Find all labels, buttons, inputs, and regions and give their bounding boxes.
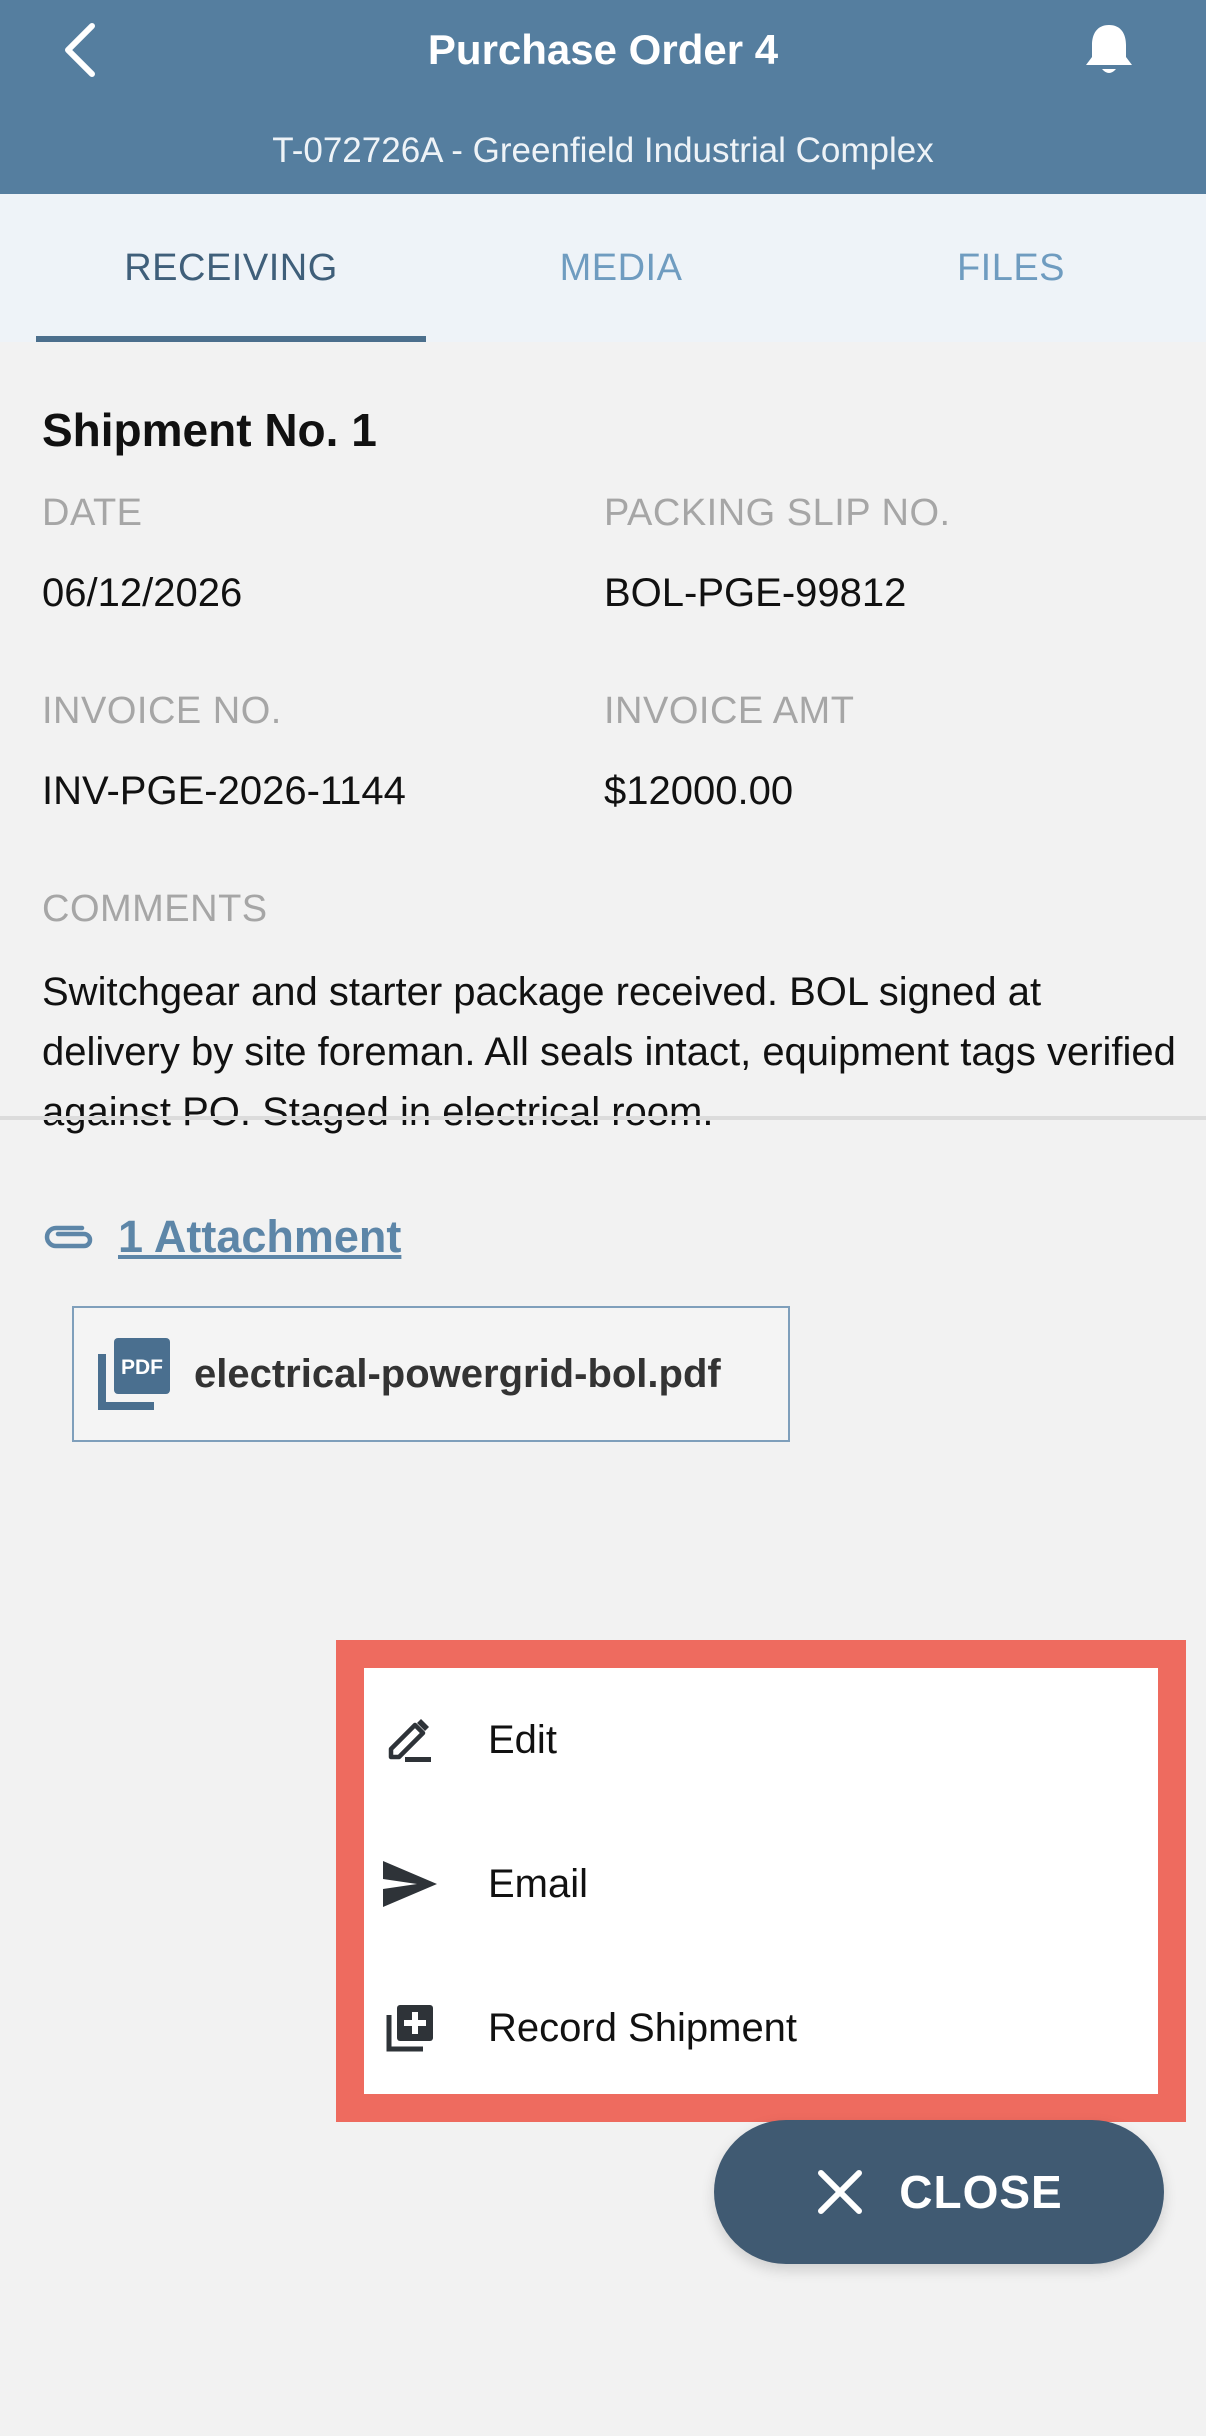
menu-item-email[interactable]: Email xyxy=(364,1812,1158,1956)
edit-pen-icon xyxy=(380,1710,440,1770)
close-label: CLOSE xyxy=(899,2166,1063,2218)
packing-slip-label: PACKING SLIP NO. xyxy=(604,492,951,534)
project-subtitle: T-072726A - Greenfield Industrial Comple… xyxy=(272,131,934,170)
shipment-title: Shipment No. 1 xyxy=(42,404,377,456)
send-icon xyxy=(380,1854,440,1914)
paperclip-icon xyxy=(44,1225,93,1249)
tab-receiving[interactable]: RECEIVING xyxy=(36,194,426,342)
attachments-toggle[interactable]: 1 Attachment xyxy=(42,1204,401,1270)
close-fab-button[interactable]: CLOSE xyxy=(714,2120,1164,2264)
invoice-no-value: INV-PGE-2026-1144 xyxy=(42,769,406,813)
date-label: DATE xyxy=(42,492,143,534)
page-title: Purchase Order 4 xyxy=(427,26,779,73)
attachment-file-name: electrical-powergrid-bol.pdf xyxy=(194,1351,721,1396)
invoice-amt-value: $12000.00 xyxy=(604,769,794,813)
tab-media[interactable]: MEDIA xyxy=(426,194,816,342)
action-menu: Edit Email Record Shipment xyxy=(364,1668,1158,2094)
section-divider xyxy=(0,1116,1206,1120)
bell-icon xyxy=(1086,25,1132,73)
svg-text:PDF: PDF xyxy=(121,1356,163,1379)
menu-item-label: Edit xyxy=(488,1717,557,1762)
pdf-file-icon: PDF xyxy=(98,1338,170,1410)
menu-item-record-shipment[interactable]: Record Shipment xyxy=(364,1956,1158,2100)
active-tab-indicator xyxy=(36,336,426,342)
app-header: Purchase Order 4 T-072726A - Greenfield … xyxy=(0,0,1206,194)
attachments-link[interactable]: 1 Attachment xyxy=(118,1204,401,1270)
menu-item-label: Email xyxy=(488,1861,589,1906)
attachment-file-chip[interactable]: PDF electrical-powergrid-bol.pdf xyxy=(72,1306,790,1442)
invoice-no-label: INVOICE NO. xyxy=(42,690,282,732)
date-value: 06/12/2026 xyxy=(42,571,243,615)
notifications-button[interactable] xyxy=(1076,16,1142,84)
menu-item-label: Record Shipment xyxy=(488,2005,798,2050)
tab-bar-spacer xyxy=(0,194,36,342)
tab-bar: RECEIVING MEDIA FILES xyxy=(0,194,1206,342)
comments-value: Switchgear and starter package received.… xyxy=(42,970,1176,1134)
invoice-amt-label: INVOICE AMT xyxy=(604,690,855,732)
comments-label: COMMENTS xyxy=(42,888,268,930)
menu-item-edit[interactable]: Edit xyxy=(364,1668,1158,1812)
close-icon xyxy=(818,2170,863,2214)
add-library-icon xyxy=(380,1998,440,2058)
tab-files[interactable]: FILES xyxy=(816,194,1206,342)
packing-slip-value: BOL-PGE-99812 xyxy=(604,571,907,615)
